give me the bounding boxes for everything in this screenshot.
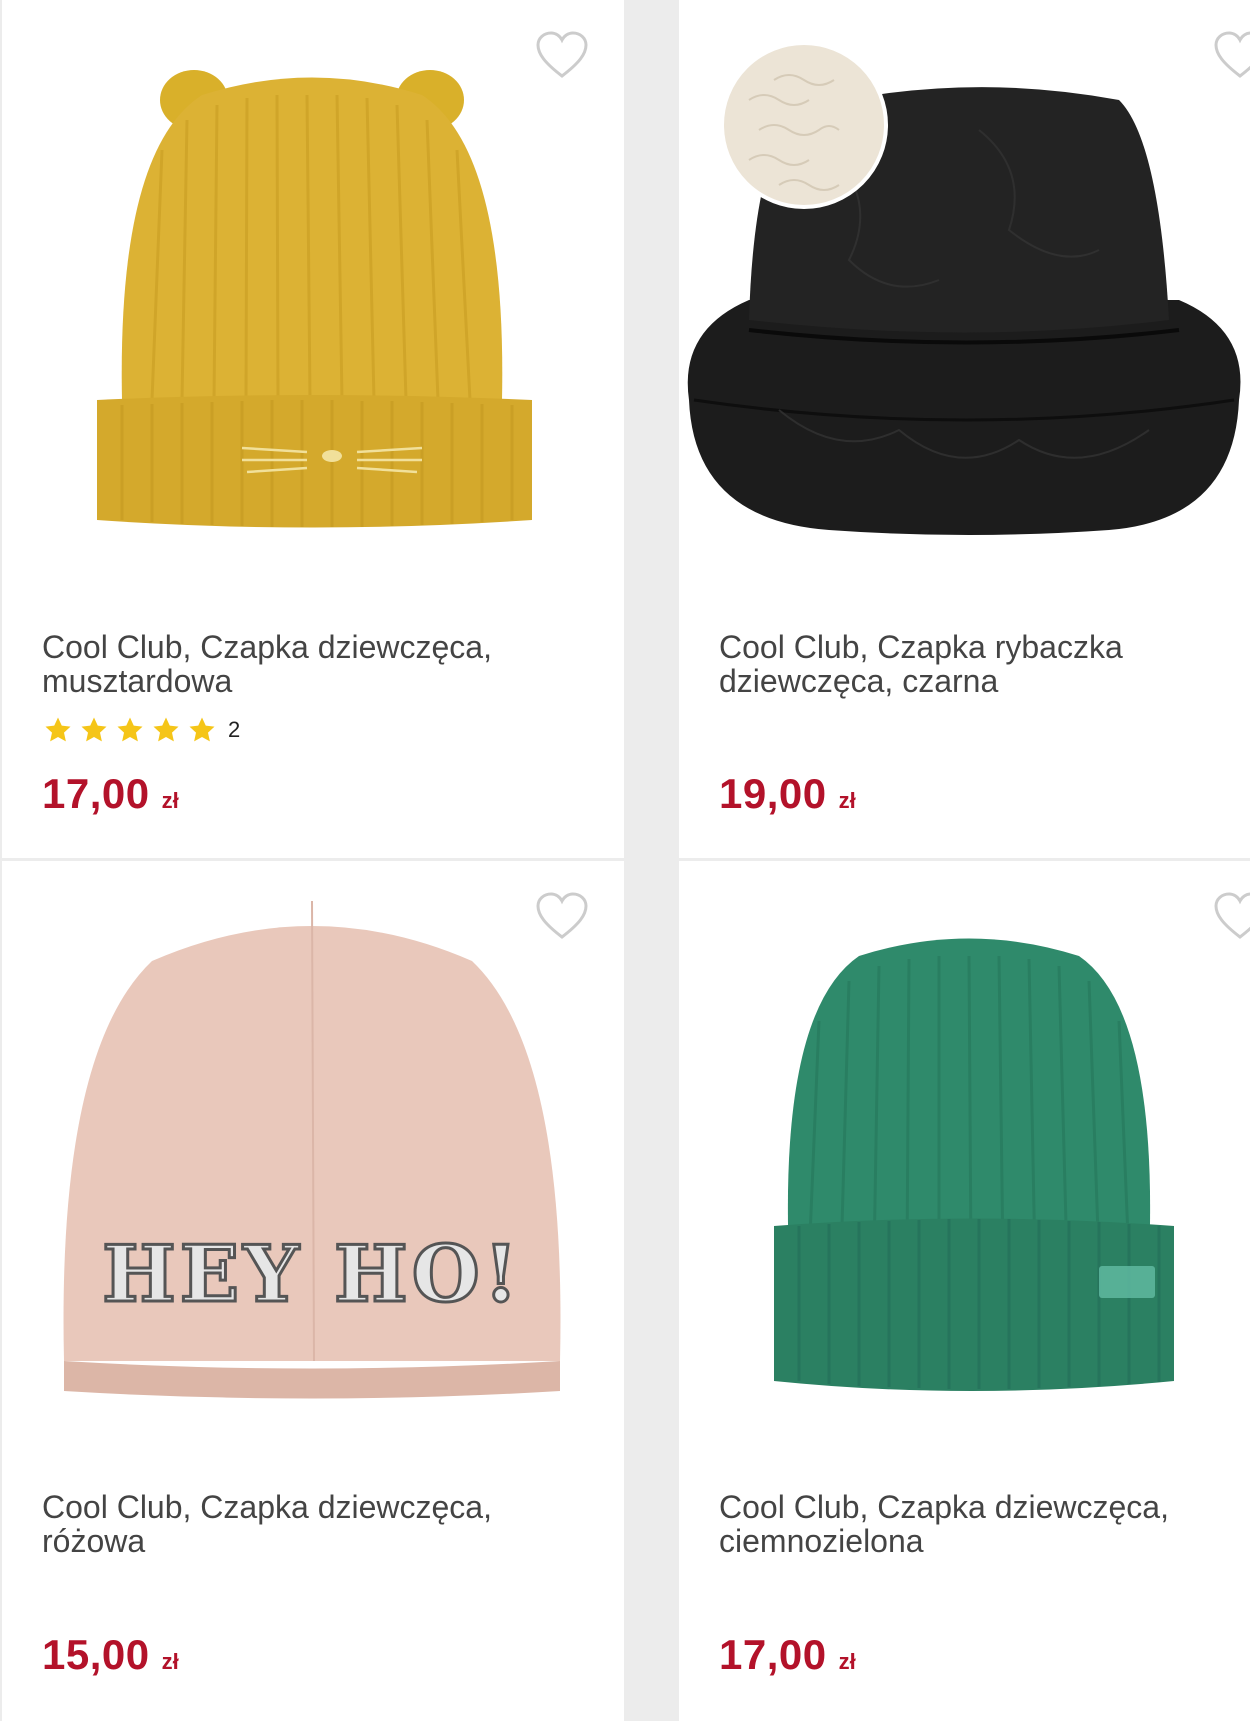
product-image-black-bucket-hat[interactable] — [679, 0, 1250, 560]
price-currency: zł — [838, 788, 856, 813]
hey-ho-print: HEY HO! — [102, 1229, 522, 1320]
price-currency: zł — [161, 788, 179, 813]
rating-count: 2 — [228, 717, 241, 742]
product-price: 15,00 zł — [42, 1631, 179, 1679]
star-icon — [42, 715, 74, 745]
product-card[interactable]: Cool Club, Czapka rybaczka dziewczęca, c… — [679, 0, 1250, 858]
heart-icon — [536, 31, 588, 78]
product-card[interactable]: Cool Club, Czapka dziewczęca, musztardow… — [2, 0, 624, 858]
star-icon — [114, 715, 146, 745]
heart-icon — [536, 892, 588, 939]
star-icon — [186, 715, 218, 745]
product-rating: 2 — [42, 712, 240, 748]
price-currency: zł — [161, 1649, 179, 1674]
product-card[interactable]: Cool Club, Czapka dziewczęca, ciemnoziel… — [679, 861, 1250, 1721]
product-price: 17,00 zł — [42, 770, 179, 818]
price-currency: zł — [838, 1649, 856, 1674]
add-to-favorites-button[interactable] — [1213, 891, 1250, 941]
price-amount: 17,00 — [42, 770, 150, 817]
heart-icon — [1214, 892, 1250, 939]
add-to-favorites-button[interactable] — [1213, 30, 1250, 80]
product-price: 19,00 zł — [719, 770, 856, 818]
add-to-favorites-button[interactable] — [535, 30, 589, 80]
product-image-pink-beanie[interactable]: HEY HO! — [2, 861, 624, 1421]
star-icon — [78, 715, 110, 745]
star-icon — [150, 715, 182, 745]
product-title[interactable]: Cool Club, Czapka dziewczęca, musztardow… — [42, 630, 562, 698]
price-amount: 19,00 — [719, 770, 827, 817]
product-price: 17,00 zł — [719, 1631, 856, 1679]
add-to-favorites-button[interactable] — [535, 891, 589, 941]
price-amount: 15,00 — [42, 1631, 150, 1678]
heart-icon — [1214, 31, 1250, 78]
price-amount: 17,00 — [719, 1631, 827, 1678]
product-card[interactable]: HEY HO! Cool Club, Czapka dziewczęca, ró… — [2, 861, 624, 1721]
product-image-yellow-beanie[interactable] — [2, 0, 624, 560]
product-title[interactable]: Cool Club, Czapka dziewczęca, różowa — [42, 1490, 562, 1558]
product-title[interactable]: Cool Club, Czapka rybaczka dziewczęca, c… — [719, 630, 1239, 698]
product-title[interactable]: Cool Club, Czapka dziewczęca, ciemnoziel… — [719, 1490, 1239, 1558]
product-image-green-beanie[interactable] — [679, 861, 1250, 1421]
